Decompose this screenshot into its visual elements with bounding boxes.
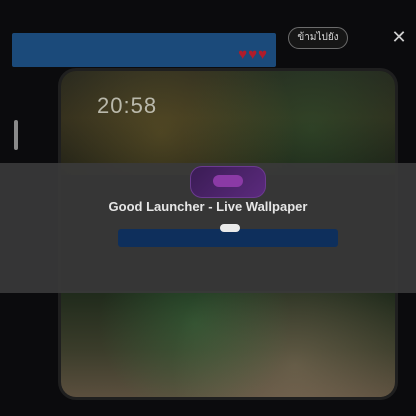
app-icon-glyph: [213, 175, 243, 187]
close-icon[interactable]: ✕: [388, 26, 410, 48]
lockscreen-time: 20:58: [97, 93, 158, 118]
wallpaper-preview-top: [61, 71, 395, 175]
hearts-icon: ♥♥♥: [238, 46, 268, 63]
app-name: Good Launcher - Live Wallpaper: [108, 199, 308, 214]
skip-ad-button[interactable]: ข้ามไปยัง: [288, 27, 348, 49]
pointer-indicator: [220, 224, 240, 232]
scroll-indicator: [14, 120, 18, 150]
ad-banner[interactable]: ♥♥♥: [12, 33, 276, 67]
app-icon[interactable]: [190, 166, 266, 198]
wallpaper-preview-bottom: [61, 291, 395, 397]
